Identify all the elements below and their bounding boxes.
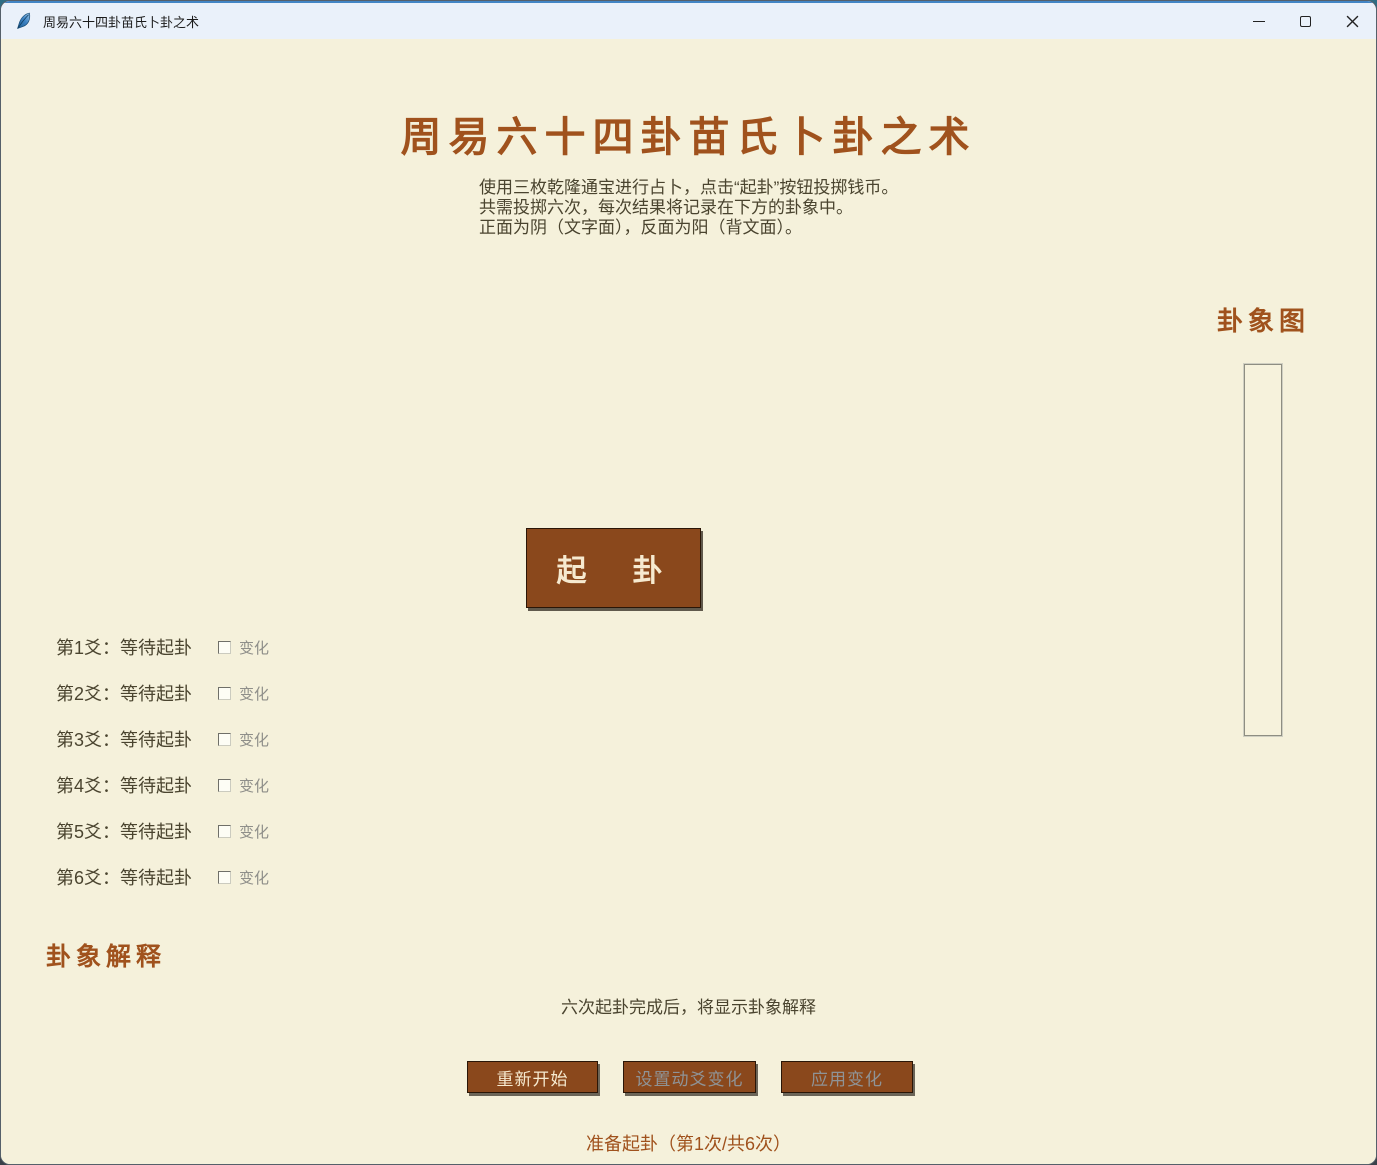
maximize-button[interactable] — [1282, 3, 1329, 39]
restart-button[interactable]: 重新开始 — [467, 1061, 598, 1093]
change-checkbox-6[interactable] — [218, 871, 231, 884]
interpretation-placeholder: 六次起卦完成后，将显示卦象解释 — [1, 993, 1376, 1018]
change-checkbox-label: 变化 — [239, 637, 269, 658]
line-row-6: 第6爻：等待起卦 变化 — [56, 865, 386, 889]
line-status-label: 第1爻：等待起卦 — [56, 634, 192, 660]
line-status-label: 第2爻：等待起卦 — [56, 680, 192, 706]
change-checkbox-label: 变化 — [239, 775, 269, 796]
instructions-line-1: 使用三枚乾隆通宝进行占卜，点击“起卦”按钮投掷钱币。 — [479, 178, 898, 198]
titlebar: 周易六十四卦苗氏卜卦之术 — [1, 1, 1376, 39]
change-checkbox-label: 变化 — [239, 729, 269, 750]
window-title: 周易六十四卦苗氏卜卦之术 — [43, 12, 199, 31]
line-status-label: 第3爻：等待起卦 — [56, 726, 192, 752]
hexagram-diagram-canvas — [1244, 364, 1282, 736]
change-checkbox-2[interactable] — [218, 687, 231, 700]
line-status-label: 第4爻：等待起卦 — [56, 772, 192, 798]
desktop: 周易六十四卦苗氏卜卦之术 周易六十四卦苗氏卜卦之术 使用三枚乾隆通宝进行占卜，点… — [0, 0, 1377, 1165]
python-feather-icon — [14, 11, 34, 31]
maximize-icon — [1300, 16, 1311, 27]
minimize-icon — [1253, 21, 1265, 22]
main-content: 周易六十四卦苗氏卜卦之术 使用三枚乾隆通宝进行占卜，点击“起卦”按钮投掷钱币。 … — [1, 39, 1376, 1164]
line-status-label: 第6爻：等待起卦 — [56, 864, 192, 890]
line-row-3: 第3爻：等待起卦 变化 — [56, 727, 386, 751]
apply-changes-button[interactable]: 应用变化 — [781, 1061, 913, 1093]
change-checkbox-5[interactable] — [218, 825, 231, 838]
page-title: 周易六十四卦苗氏卜卦之术 — [1, 103, 1376, 163]
interpretation-heading: 卦象解释 — [46, 937, 166, 973]
change-checkbox-1[interactable] — [218, 641, 231, 654]
close-button[interactable] — [1329, 3, 1376, 39]
instructions-text: 使用三枚乾隆通宝进行占卜，点击“起卦”按钮投掷钱币。 共需投掷六次，每次结果将记… — [479, 178, 898, 238]
minimize-button[interactable] — [1235, 3, 1282, 39]
line-row-2: 第2爻：等待起卦 变化 — [56, 681, 386, 705]
instructions-line-3: 正面为阴（文字面），反面为阳（背文面）。 — [479, 218, 898, 238]
line-row-1: 第1爻：等待起卦 变化 — [56, 635, 386, 659]
line-status-label: 第5爻：等待起卦 — [56, 818, 192, 844]
hexagram-diagram-label: 卦象图 — [1176, 301, 1351, 338]
cast-hexagram-button[interactable]: 起 卦 — [526, 528, 701, 608]
close-icon — [1346, 15, 1359, 28]
instructions-line-2: 共需投掷六次，每次结果将记录在下方的卦象中。 — [479, 198, 898, 218]
change-checkbox-3[interactable] — [218, 733, 231, 746]
set-moving-lines-button[interactable]: 设置动爻变化 — [623, 1061, 756, 1093]
app-window: 周易六十四卦苗氏卜卦之术 周易六十四卦苗氏卜卦之术 使用三枚乾隆通宝进行占卜，点… — [0, 0, 1377, 1165]
line-row-5: 第5爻：等待起卦 变化 — [56, 819, 386, 843]
change-checkbox-label: 变化 — [239, 867, 269, 888]
status-bar-text: 准备起卦（第1次/共6次） — [1, 1130, 1376, 1156]
change-checkbox-label: 变化 — [239, 821, 269, 842]
line-row-4: 第4爻：等待起卦 变化 — [56, 773, 386, 797]
change-checkbox-4[interactable] — [218, 779, 231, 792]
change-checkbox-label: 变化 — [239, 683, 269, 704]
